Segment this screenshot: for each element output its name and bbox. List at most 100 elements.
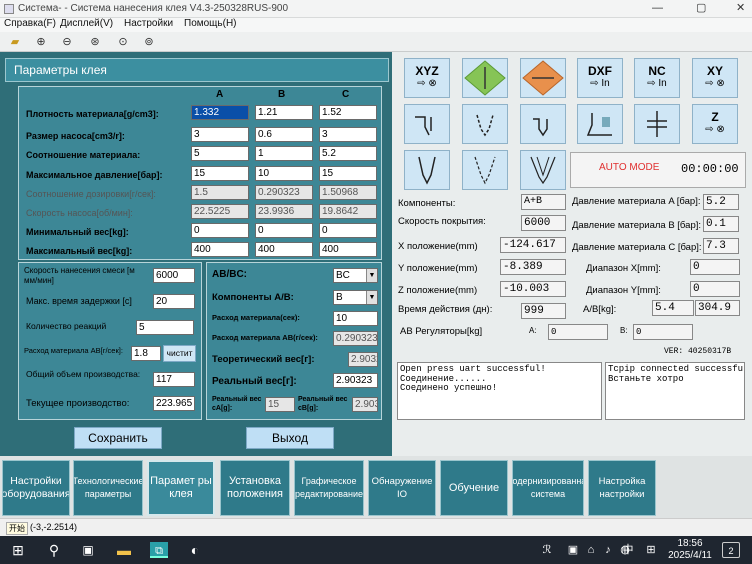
min-weight-a-input[interactable]: 0 xyxy=(191,223,249,238)
zoom-out-icon[interactable]: ⊖ xyxy=(60,35,74,49)
zoom-reset-icon[interactable]: ⊚ xyxy=(142,35,156,49)
nozzle-e-button[interactable] xyxy=(634,104,680,144)
min-weight-c-input[interactable]: 0 xyxy=(319,223,377,238)
ab-kg-value-2: 304.9 xyxy=(695,300,740,316)
nav-settings-config[interactable]: Настройка настройки xyxy=(588,460,656,516)
z-position-label: Z положение(mm) xyxy=(398,285,478,296)
windows-start-icon[interactable]: ⊞ xyxy=(10,541,26,559)
max-pressure-b-input[interactable]: 10 xyxy=(255,166,313,181)
total-production-label: Общий объем производства: xyxy=(26,369,141,379)
chevron-down-icon: ▼ xyxy=(366,269,377,282)
max-pressure-a-input[interactable]: 15 xyxy=(191,166,249,181)
menu-settings[interactable]: Настройки xyxy=(124,18,173,29)
search-icon[interactable]: ⚲ xyxy=(46,541,62,559)
real-weight-a-value: 15 xyxy=(265,397,295,412)
maximize-button[interactable]: ▢ xyxy=(696,1,706,14)
xy-home-button[interactable]: XY ⇨ ⊗ xyxy=(692,58,738,98)
abbc-select[interactable]: BC ▼ xyxy=(333,268,378,283)
components-ab-select[interactable]: B ▼ xyxy=(333,290,378,305)
vertical-line-button[interactable] xyxy=(462,58,508,98)
nav-io-detection[interactable]: Обнаружение IO xyxy=(368,460,436,516)
clear-button[interactable]: чистит xyxy=(163,345,196,362)
menu-display[interactable]: Дисплей(V) xyxy=(60,18,113,29)
nav-process-parameters[interactable]: Технологические параметры xyxy=(73,460,143,516)
z-home-button[interactable]: Z ⇨ ⊗ xyxy=(692,104,738,144)
nozzle-icon xyxy=(586,113,612,136)
nozzle-c-button[interactable] xyxy=(520,104,566,144)
zoom-region-icon[interactable]: ⊙ xyxy=(116,35,130,49)
pump-speed-c-value: 19.8642 xyxy=(319,204,377,219)
total-production-input[interactable]: 117 xyxy=(153,372,195,387)
density-a-input[interactable]: 1.332 xyxy=(191,105,249,120)
flow-gsec-value: 0.290323 xyxy=(333,331,378,346)
range-x-label: Диапазон X[mm]: xyxy=(586,263,661,274)
max-weight-a-input[interactable]: 400 xyxy=(191,242,249,257)
horizontal-line-button[interactable] xyxy=(520,58,566,98)
menu-help[interactable]: Справка(F) xyxy=(4,18,56,29)
density-c-input[interactable]: 1.52 xyxy=(319,105,377,120)
xyz-label: XYZ xyxy=(415,64,439,78)
status-bar: 开始 (-3,-2.2514) xyxy=(0,518,752,536)
max-weight-b-input[interactable]: 400 xyxy=(255,242,313,257)
paint-icon[interactable]: ◐ xyxy=(186,541,204,559)
xyz-home-button[interactable]: XYZ ⇨ ⊗ xyxy=(404,58,450,98)
nav-equipment-settings[interactable]: Настройки оборудования xyxy=(2,460,70,516)
menu-about[interactable]: Помощь(H) xyxy=(184,18,237,29)
reactions-input[interactable]: 5 xyxy=(136,320,194,335)
save-button[interactable]: Сохранить xyxy=(74,427,162,449)
row-label: Размер насоса[cm3/r]: xyxy=(26,131,125,141)
file-explorer-icon[interactable]: ▬ xyxy=(115,541,133,559)
tray-icon[interactable]: ▣ xyxy=(566,541,580,559)
exit-button[interactable]: Выход xyxy=(246,427,334,449)
max-weight-c-input[interactable]: 400 xyxy=(319,242,377,257)
close-button[interactable]: ✕ xyxy=(736,1,745,14)
max-delay-input[interactable]: 20 xyxy=(153,294,195,309)
version-text: VER: 40250317B xyxy=(664,347,732,356)
nav-graphic-editing[interactable]: Графическое редактирование xyxy=(294,460,364,516)
nozzle-a-button[interactable] xyxy=(404,104,450,144)
ratio-c-input[interactable]: 5.2 xyxy=(319,146,377,161)
nozzle-f-button[interactable] xyxy=(404,150,450,190)
nav-training[interactable]: Обучение xyxy=(440,460,508,516)
task-view-icon[interactable]: ▣ xyxy=(80,541,96,559)
nav-glue-parameters[interactable]: Парамет ры клея xyxy=(147,460,215,516)
mix-speed-input[interactable]: 6000 xyxy=(153,268,195,283)
ab-rate-label: Расход материала AB[г/сек]: xyxy=(24,346,123,355)
density-b-input[interactable]: 1.21 xyxy=(255,105,313,120)
ratio-b-input[interactable]: 1 xyxy=(255,146,313,161)
nozzle-b-button[interactable] xyxy=(462,104,508,144)
chevron-down-icon: ▼ xyxy=(366,291,377,304)
nozzle-g-button[interactable] xyxy=(462,150,508,190)
tcp-log: Tcpip connected successfu Встаньте хотро xyxy=(605,362,745,420)
col-header-b: B xyxy=(278,89,286,100)
volume-icon[interactable]: ♪ xyxy=(601,541,615,559)
nav-position-setup[interactable]: Установка положения xyxy=(220,460,290,516)
clock[interactable]: 18:56 2025/4/11 xyxy=(668,538,712,562)
zoom-fit-icon[interactable]: ⊛ xyxy=(88,35,102,49)
nav-upgraded-system[interactable]: Модернизированная система xyxy=(512,460,584,516)
flow-sec-input[interactable]: 10 xyxy=(333,311,378,326)
open-folder-icon[interactable]: ▰ xyxy=(8,35,22,49)
mix-speed-label: Скорость нанесения смеси [м мм/мин] xyxy=(24,266,135,285)
nc-in-button[interactable]: NC ⇨ In xyxy=(634,58,680,98)
z-label: Z xyxy=(711,110,719,124)
nozzle-h-button[interactable] xyxy=(520,150,566,190)
app-taskbar-icon[interactable]: ⧉ xyxy=(150,542,168,558)
dxf-in-button[interactable]: DXF ⇨ In xyxy=(577,58,623,98)
ab-rate-input[interactable]: 1.8 xyxy=(131,346,161,361)
minimize-button[interactable]: — xyxy=(652,2,663,14)
ime-mode-icon[interactable]: ⊞ xyxy=(644,541,658,559)
notification-badge[interactable]: 2 xyxy=(722,542,740,558)
user-icon[interactable]: ℛ xyxy=(540,541,554,559)
ratio-a-input[interactable]: 5 xyxy=(191,146,249,161)
ime-language-indicator[interactable]: 中 xyxy=(620,541,636,559)
nozzle-d-button[interactable] xyxy=(577,104,623,144)
min-weight-b-input[interactable]: 0 xyxy=(255,223,313,238)
max-pressure-c-input[interactable]: 15 xyxy=(319,166,377,181)
pressure-a-value: 5.2 xyxy=(703,194,739,210)
zoom-in-icon[interactable]: ⊕ xyxy=(34,35,48,49)
network-icon[interactable]: ⌂ xyxy=(584,541,598,559)
pump-size-a-input[interactable]: 3 xyxy=(191,127,249,142)
pump-size-c-input[interactable]: 3 xyxy=(319,127,377,142)
pump-size-b-input[interactable]: 0.6 xyxy=(255,127,313,142)
